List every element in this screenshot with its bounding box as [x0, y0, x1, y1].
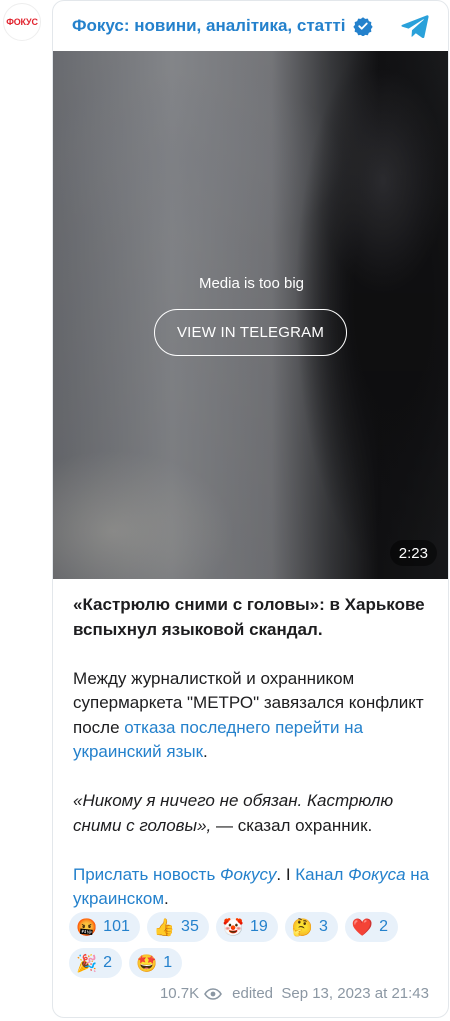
- reaction-count: 1: [163, 954, 173, 971]
- clown-face-icon: 🤡: [222, 917, 245, 937]
- send-news-link-italic: Фокусу: [220, 864, 277, 884]
- post-text: «Кастрюлю сними с головы»: в Харькове вс…: [73, 593, 433, 936]
- red-heart-icon: ❤️: [351, 917, 374, 937]
- post-header: Фокус: новини, аналітика, статті: [53, 1, 448, 51]
- send-news-link-text: Прислать новость: [73, 864, 221, 884]
- reaction-party[interactable]: 🎉 2: [69, 948, 123, 978]
- telegram-logo-icon[interactable]: [401, 14, 429, 38]
- video-duration-badge: 2:23: [389, 540, 437, 566]
- video-preview[interactable]: Media is too big VIEW IN TELEGRAM 2:23: [53, 51, 448, 579]
- reaction-count: 19: [250, 918, 268, 935]
- ukrainian-channel-link-text: Канал: [295, 864, 349, 884]
- party-popper-icon: 🎉: [76, 953, 98, 973]
- footer-separator: I: [281, 864, 296, 884]
- edited-label: edited: [232, 985, 274, 1002]
- star-struck-icon: 🤩: [136, 953, 158, 973]
- channel-title[interactable]: Фокус: новини, аналітика, статті: [72, 16, 346, 36]
- reactions-bar: 🤬 101 👍 35 🤡 19 🤔 3 ❤️ 2 🎉 2 🤩 1: [69, 912, 429, 978]
- reaction-thinking[interactable]: 🤔 3: [284, 912, 338, 942]
- reaction-count: 35: [181, 918, 199, 935]
- post-body: Между журналисткой и охранником супермар…: [73, 667, 433, 765]
- post-quote: «Никому я ничего не обязан. Кастрюлю сни…: [73, 789, 433, 838]
- quote-attribution: — сказал охранник.: [211, 815, 373, 835]
- post-footer-links: Прислать новость Фокусу. I Канал Фокуса …: [73, 863, 433, 912]
- avatar-logo-text: ФОКУС: [6, 17, 38, 27]
- post-headline: «Кастрюлю сними с головы»: в Харькове вс…: [73, 595, 425, 639]
- reaction-thumbs-up[interactable]: 👍 35: [146, 912, 209, 942]
- reaction-heart[interactable]: ❤️ 2: [344, 912, 398, 942]
- verified-badge-icon: [352, 17, 373, 36]
- reaction-clown[interactable]: 🤡 19: [215, 912, 278, 942]
- channel-avatar[interactable]: ФОКУС: [3, 3, 41, 41]
- angry-face-icon: 🤬: [76, 917, 98, 937]
- send-news-link[interactable]: Прислать новость Фокусу: [73, 865, 276, 884]
- eye-icon: [204, 987, 223, 1000]
- reaction-count: 3: [318, 918, 328, 935]
- reaction-count: 2: [103, 954, 113, 971]
- post-body-end: .: [203, 742, 208, 761]
- thinking-face-icon: 🤔: [291, 917, 313, 937]
- footer-end-dot: .: [164, 889, 169, 908]
- thumbs-up-icon: 👍: [153, 917, 176, 937]
- view-count: 10.7K: [159, 985, 200, 1002]
- ukrainian-channel-link-italic: Фокуса: [348, 864, 406, 884]
- reaction-angry[interactable]: 🤬 101: [69, 912, 140, 942]
- media-too-big-message: Media is too big: [198, 275, 305, 292]
- view-in-telegram-button[interactable]: VIEW IN TELEGRAM: [154, 309, 347, 356]
- reaction-count: 2: [379, 918, 388, 935]
- reaction-star-struck[interactable]: 🤩 1: [129, 948, 183, 978]
- post-card: Фокус: новини, аналітика, статті Media i…: [52, 0, 449, 1018]
- post-date-link[interactable]: Sep 13, 2023 at 21:43: [281, 985, 429, 1002]
- reaction-count: 101: [103, 918, 130, 935]
- post-meta: 10.7K edited Sep 13, 2023 at 21:43: [160, 985, 429, 1002]
